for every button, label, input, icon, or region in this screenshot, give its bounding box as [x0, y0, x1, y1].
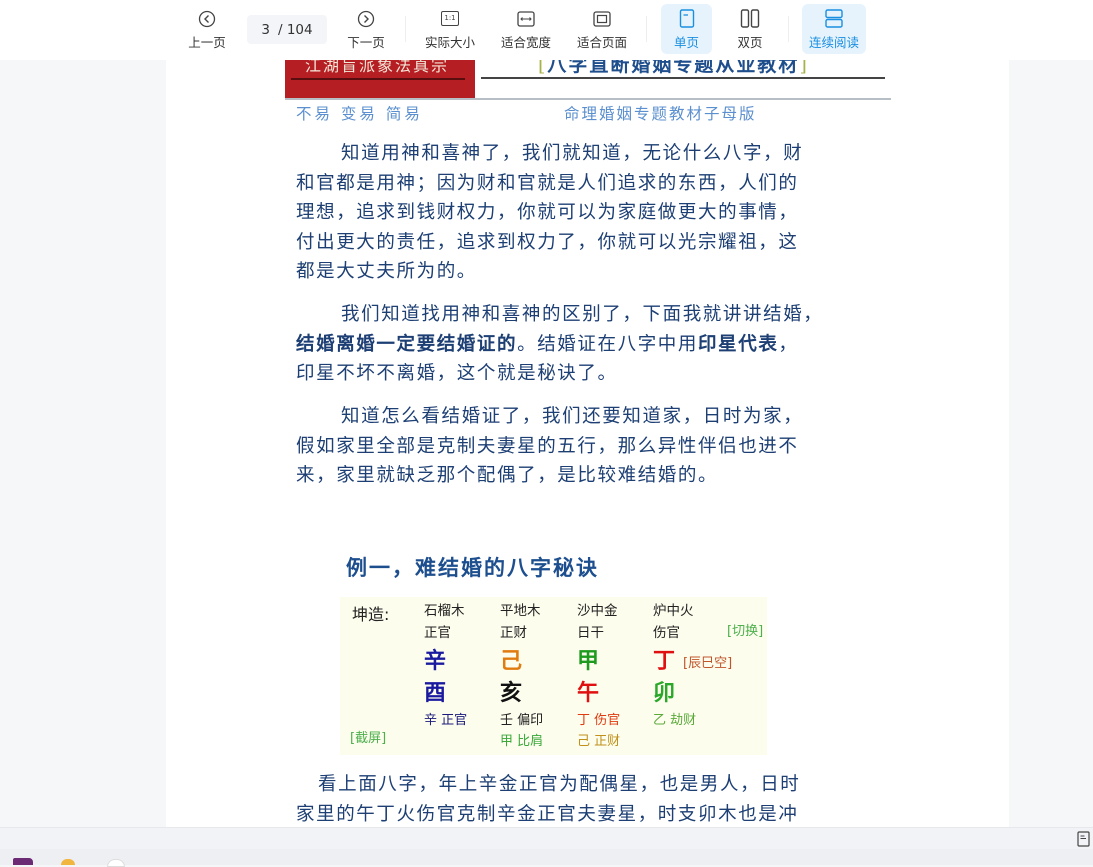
- fit-width-button[interactable]: 适合宽度: [497, 4, 555, 54]
- chevron-right-circle-icon: [357, 8, 375, 30]
- chevron-left-circle-icon: [198, 8, 216, 30]
- paragraph-2: 我们知道找用神和喜神的区别了，下面我就讲讲结婚， 结婚离婚一定要结婚证的。结婚证…: [296, 300, 896, 389]
- screenshot-link[interactable]: [截屏]: [350, 727, 386, 746]
- text-line: 和官都是用神；因为财和官就是人们追求的东西，人们的: [296, 172, 799, 194]
- paragraph-4: 看上面八字，年上辛金正官为配偶星，也是男人，日时 家里的午丁火伤官克制辛金正官夫…: [296, 770, 896, 827]
- example-heading: 例一，难结婚的八字秘诀: [346, 555, 599, 580]
- pillar-hidden-stem: 甲 比肩: [500, 734, 544, 749]
- pillar-ten-god: 日干: [577, 625, 604, 641]
- header-rule: [481, 77, 885, 79]
- kong-note: [辰巳空]: [683, 656, 733, 671]
- status-bar: [0, 827, 1093, 850]
- document-page: 江湖盲派象法真宗 [八字直断婚姻专题从业教材] 不易 变易 简易 命理婚姻专题教…: [166, 60, 1009, 827]
- text-line: 付出更大的责任，追求到权力了，你就可以光宗耀祖，这: [296, 231, 799, 253]
- pillar-earthly-branch: 卯: [653, 681, 676, 706]
- single-page-icon: [679, 8, 695, 30]
- header-subtitle-left: 不易 变易 简易: [296, 105, 423, 123]
- header-title: [八字直断婚姻专题从业教材]: [538, 60, 809, 76]
- header-left-text: 江湖盲派象法真宗: [305, 60, 450, 75]
- next-page-label: 下一页: [347, 34, 385, 50]
- pillar-heavenly-stem: 丁: [653, 649, 676, 674]
- fit-page-icon: [593, 8, 611, 30]
- total-pages: / 104: [277, 21, 313, 38]
- header-red-banner: 江湖盲派象法真宗: [285, 60, 475, 98]
- text-line: 假如家里全部是克制夫妻星的五行，那么异性伴侣也进不: [296, 435, 799, 457]
- switch-link[interactable]: [切换]: [727, 620, 763, 639]
- pillar-ten-god: 正官: [424, 625, 451, 641]
- pillar-nayin: 沙中金: [577, 603, 618, 619]
- text-line: 家里的午丁火伤官克制辛金正官夫妻星，时支卯木也是冲: [296, 803, 799, 825]
- toolbar-divider: [646, 16, 647, 42]
- bazi-label: 坤造:: [352, 605, 390, 624]
- paragraph-3: 知道怎么看结婚证了，我们还要知道家，日时为家， 假如家里全部是克制夫妻星的五行，…: [296, 402, 896, 491]
- fit-width-icon: [517, 8, 535, 30]
- actual-size-label: 实际大小: [424, 34, 475, 50]
- fit-page-label: 适合页面: [576, 34, 627, 50]
- taskbar-sun-icon[interactable]: [61, 859, 75, 865]
- pillar-hidden-stem: 乙 劫财: [653, 713, 697, 728]
- single-page-button[interactable]: 单页: [661, 4, 712, 54]
- toolbar-divider: [405, 16, 406, 42]
- text-line: 来，家里就缺乏那个配偶了，是比较难结婚的。: [296, 465, 719, 486]
- prev-page-button[interactable]: 上一页: [185, 4, 229, 54]
- actual-size-icon: 1:1: [441, 8, 459, 30]
- text-line: 理想，追求到钱财权力，你就可以为家庭做更大的事情，: [296, 202, 799, 223]
- page-view-icon[interactable]: [1077, 831, 1090, 851]
- paragraph-1: 知道用神和喜神了，我们就知道，无论什么八字，财 和官都是用神；因为财和官就是人们…: [296, 139, 896, 287]
- bold-text: 结婚离婚一定要结婚证的: [296, 333, 518, 355]
- fit-page-button[interactable]: 适合页面: [573, 4, 631, 54]
- text-line: 印星不坏不离婚，这个就是秘诀了。: [296, 363, 618, 384]
- pillar-heavenly-stem: 己: [500, 649, 523, 674]
- toolbar-divider: [788, 16, 789, 42]
- pillar-hidden-stem: 己 正财: [577, 734, 621, 749]
- pillar-hidden-stem: 辛 正官: [424, 713, 468, 728]
- pillar-hidden-stem: 丁 伤官: [577, 713, 621, 728]
- document-viewer[interactable]: 江湖盲派象法真宗 [八字直断婚姻专题从业教材] 不易 变易 简易 命理婚姻专题教…: [0, 60, 1093, 827]
- single-page-label: 单页: [673, 34, 699, 50]
- prev-page-label: 上一页: [188, 34, 226, 50]
- bold-text: 印星代表: [698, 333, 779, 355]
- continuous-reading-button[interactable]: 连续阅读: [802, 4, 866, 54]
- toolbar: 上一页 3 / 104 下一页 1:1 实际大小 适合宽度 适合页面 单页 双页…: [0, 0, 1093, 60]
- taskbar-app-icon[interactable]: [13, 858, 33, 865]
- header-rule-bottom: [285, 98, 891, 100]
- continuous-reading-icon: [825, 8, 843, 30]
- double-page-icon: [740, 8, 760, 30]
- double-page-label: 双页: [737, 34, 763, 50]
- pillar-earthly-branch: 午: [577, 681, 600, 706]
- pillar-ten-god: 正财: [500, 625, 527, 641]
- bazi-chart: 坤造: [切换] [辰巳空] [截屏] 石榴木正官辛酉辛 正官 平地木正财己亥壬 …: [340, 597, 767, 755]
- header-subtitle-right: 命理婚姻专题教材子母版: [564, 105, 757, 123]
- fit-width-label: 适合宽度: [500, 34, 551, 50]
- actual-size-button[interactable]: 1:1 实际大小: [421, 4, 479, 54]
- header-banner-rule: [291, 78, 465, 80]
- double-page-button[interactable]: 双页: [726, 4, 774, 54]
- text-line: 知道怎么看结婚证了，我们还要知道家，日时为家，: [341, 406, 804, 427]
- text-line: 都是大丈夫所为的。: [296, 261, 477, 282]
- text-line: 看上面八字，年上辛金正官为配偶星，也是男人，日时: [318, 774, 801, 795]
- pillar-hidden-stem: 壬 偏印: [500, 713, 544, 728]
- pillar-ten-god: 伤官: [653, 625, 680, 641]
- text-line: 我们知道找用神和喜神的区别了，下面我就讲讲结婚，: [341, 304, 824, 325]
- text-line: 结婚离婚一定要结婚证的。结婚证在八字中用印星代表，: [296, 333, 799, 355]
- pillar-earthly-branch: 酉: [424, 681, 447, 706]
- next-page-button[interactable]: 下一页: [343, 4, 389, 54]
- taskbar: [0, 849, 1093, 867]
- pillar-heavenly-stem: 辛: [424, 649, 447, 674]
- pillar-heavenly-stem: 甲: [577, 649, 600, 674]
- page-number-input[interactable]: 3 / 104: [247, 15, 327, 44]
- text-line: 知道用神和喜神了，我们就知道，无论什么八字，财: [341, 143, 804, 164]
- pillar-earthly-branch: 亥: [500, 681, 523, 706]
- continuous-reading-label: 连续阅读: [808, 34, 859, 50]
- taskbar-browser-icon[interactable]: [107, 859, 125, 867]
- pillar-nayin: 平地木: [500, 603, 541, 619]
- pillar-nayin: 炉中火: [653, 603, 694, 619]
- current-page[interactable]: 3: [261, 22, 270, 38]
- pillar-nayin: 石榴木: [424, 603, 465, 619]
